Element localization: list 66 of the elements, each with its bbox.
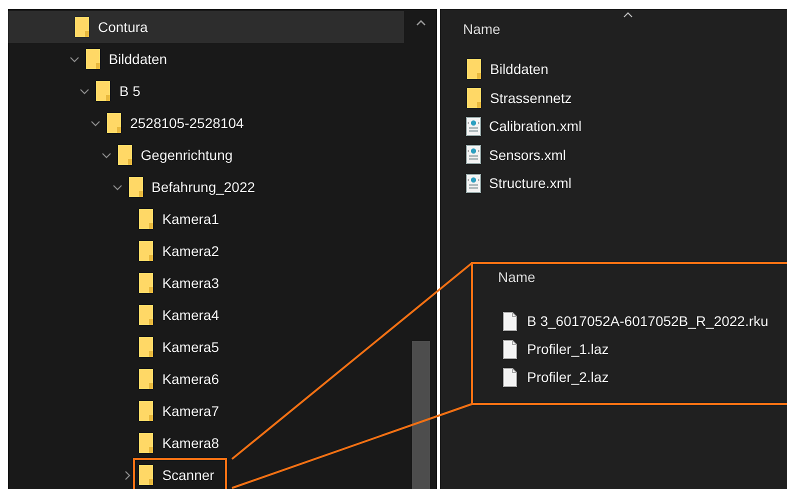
file-icon [503,340,517,358]
file-name[interactable]: Sensors.xml [489,146,566,163]
folder-name: Kamera1 [162,211,219,227]
folder-name: Contura [98,19,148,35]
file-name[interactable]: Structure.xml [489,175,572,192]
folder-icon [138,304,154,326]
tree-item[interactable]: Befahrung_2022 [8,171,404,203]
file-name[interactable]: Profiler_1.laz [527,341,609,357]
folder-name: Bilddaten [108,51,168,67]
folder-icon [138,208,154,230]
folder-name: Kamera7 [162,403,219,419]
file-icon [503,312,517,330]
folder-icon [138,272,154,294]
tree-item[interactable]: Kamera6 [8,363,404,395]
tree-item[interactable]: 2528105-2528104 [8,107,404,139]
folder-name: Kamera4 [162,307,219,323]
folder-name: Befahrung_2022 [152,179,256,195]
tree-item[interactable]: Gegenrichtung [8,139,404,171]
tree-item[interactable]: Kamera8 [8,427,404,459]
folder-icon [466,58,482,80]
tree-item[interactable]: Kamera4 [8,299,404,331]
column-header[interactable]: Name [440,9,787,51]
tree-item[interactable]: Kamera5 [8,331,404,363]
folder-icon [138,464,154,486]
folder-icon [138,240,154,262]
tree-item[interactable]: Kamera7 [8,395,404,427]
folder-name: Scanner [162,467,214,483]
folder-name: Kamera3 [162,275,219,291]
sort-caret-icon[interactable] [623,12,633,18]
folder-icon [84,48,101,70]
folder-icon [138,368,154,390]
folder-icon [138,400,154,422]
folder-icon [74,16,90,38]
scroll-up-icon[interactable] [416,20,426,26]
folder-icon [128,176,144,198]
folder-name: 2528105-2528104 [130,115,244,131]
folder-icon [95,80,112,102]
tree-item[interactable]: Contura [8,11,404,43]
scrollbar-thumb[interactable] [412,341,430,489]
tree-item[interactable]: Kamera3 [8,267,404,299]
folder-icon [138,432,154,454]
folder-icon [106,112,122,134]
folder-name: Kamera5 [162,339,219,355]
folder-name: Gegenrichtung [140,147,233,163]
file-name[interactable]: Calibration.xml [489,118,582,134]
tree-item[interactable]: B 5 [8,75,404,107]
xml-file-icon [466,145,481,164]
folder-icon [116,144,133,166]
file-icon [503,368,517,386]
folder-name: Kamera8 [162,435,219,451]
folder-icon [466,86,482,109]
tree-item[interactable]: Kamera1 [8,203,404,235]
tree-item[interactable]: Scanner [8,459,404,489]
file-name[interactable]: Profiler_2.laz [527,369,609,385]
file-name[interactable]: Strassennetz [490,90,572,106]
folder-name: B 5 [119,83,140,99]
column-header: Name [497,268,536,287]
folder-name: Kamera6 [162,371,219,387]
tree-item[interactable]: Bilddaten [8,43,404,75]
folder-icon [138,336,154,358]
file-name[interactable]: B 3_6017052A-6017052B_R_2022.rku [527,313,768,329]
xml-file-icon [466,116,481,136]
tree-item[interactable]: Kamera2 [8,235,404,267]
folder-name: Kamera2 [162,243,219,259]
xml-file-icon [466,174,481,193]
file-name[interactable]: Bilddaten [490,61,548,78]
